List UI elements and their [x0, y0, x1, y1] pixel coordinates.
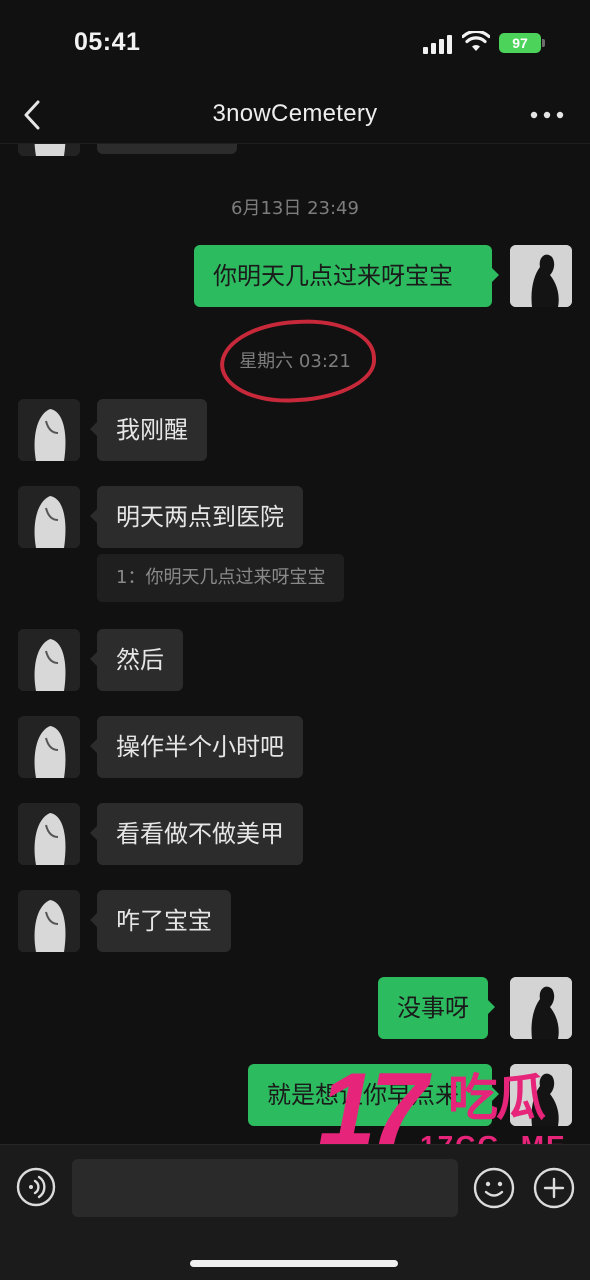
message-bubble-incoming[interactable]: 咋了宝宝	[90, 890, 231, 952]
more-horizontal-icon[interactable]	[530, 110, 564, 120]
user-avatar[interactable]	[510, 245, 572, 307]
quoted-message[interactable]: 1：你明天几点过来呀宝宝	[97, 554, 345, 602]
highlight-circle-annotation	[217, 315, 379, 407]
message-list[interactable]: 6月13日 23:49 你明天几点过来呀宝宝 星期六 03:21 我刚醒 明天两…	[0, 144, 590, 1144]
watermark-text: 吃瓜	[448, 1069, 546, 1127]
status-time: 05:41	[74, 28, 141, 56]
chat-title: 3nowCemetery	[212, 100, 378, 127]
contact-avatar[interactable]	[18, 803, 80, 865]
contact-avatar[interactable]	[18, 486, 80, 548]
message-bubble-outgoing[interactable]: 你明天几点过来呀宝宝	[194, 245, 499, 307]
message-bubble-incoming[interactable]: 我刚醒	[90, 399, 207, 461]
chat-header: 3nowCemetery	[0, 88, 590, 144]
contact-avatar[interactable]	[18, 629, 80, 691]
home-indicator[interactable]	[190, 1260, 398, 1267]
contact-avatar[interactable]	[18, 144, 80, 156]
cellular-signal-icon	[423, 34, 453, 54]
user-avatar[interactable]	[510, 977, 572, 1039]
message-timestamp: 6月13日 23:49	[231, 198, 359, 219]
message-bubble-incoming[interactable]: 操作半个小时吧	[90, 716, 303, 778]
contact-avatar[interactable]	[18, 890, 80, 952]
voice-icon[interactable]	[16, 1167, 56, 1207]
plus-icon[interactable]	[533, 1167, 575, 1209]
contact-avatar[interactable]	[18, 716, 80, 778]
wifi-icon	[462, 31, 490, 51]
message-bubble-incoming[interactable]: 明天两点到医院	[90, 486, 303, 548]
status-bar: 05:41 97	[0, 0, 590, 88]
message-bubble-incoming[interactable]	[97, 144, 237, 154]
emoji-icon[interactable]	[473, 1167, 515, 1209]
message-input[interactable]	[72, 1159, 458, 1217]
message-bubble-outgoing[interactable]: 没事呀	[378, 977, 495, 1039]
message-bubble-incoming[interactable]: 然后	[90, 629, 183, 691]
battery-indicator: 97	[499, 33, 545, 53]
message-bubble-incoming[interactable]: 看看做不做美甲	[90, 803, 303, 865]
contact-avatar[interactable]	[18, 399, 80, 461]
